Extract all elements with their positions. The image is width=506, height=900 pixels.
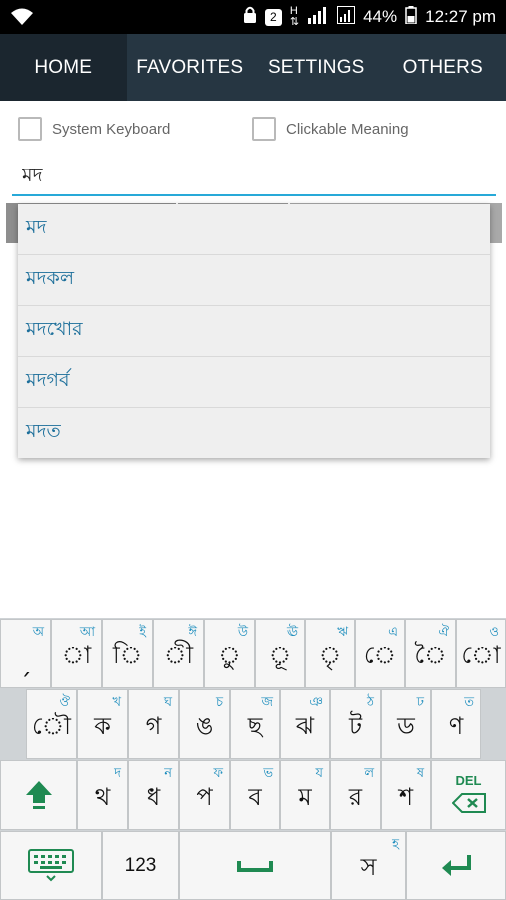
key-row3-7[interactable]: ষশ <box>381 760 431 830</box>
key-row2-1[interactable]: ঔৌ <box>26 689 77 759</box>
numbers-label: 123 <box>124 854 157 876</box>
signal-strength-icon-2 <box>337 5 356 29</box>
notification-badge: 2 <box>264 8 282 26</box>
keyboard-row-3: দথ নধ ফপ ভব যম লর ষশ DEL <box>0 760 506 830</box>
key-row2-8[interactable]: ঢড <box>381 689 431 759</box>
key-row1-6[interactable]: ঊূ <box>255 619 305 688</box>
keyboard-icon <box>1 832 101 899</box>
clickable-meaning-label: Clickable Meaning <box>286 120 409 138</box>
suggestion-item[interactable]: মদত <box>18 408 490 458</box>
keyboard-row-2: ঔৌ খক ঘগ চঙ জছ ঞঝ ঠট ঢড তণ <box>0 689 506 759</box>
key-row1-9[interactable]: ঐৈ <box>405 619 456 688</box>
suggestion-dropdown: মদ মদকল মদখোর মদগর্ব মদত <box>18 204 490 458</box>
key-row3-1[interactable]: দথ <box>77 760 128 830</box>
nav-tabs: HOME FAVORITES SETTINGS OTHERS <box>0 34 506 101</box>
space-bar-icon <box>180 832 330 899</box>
suggestion-item[interactable]: মদকল <box>18 255 490 306</box>
delete-label: DEL <box>455 773 482 788</box>
enter-key[interactable] <box>406 831 506 900</box>
bangla-keyboard: অˏ আা ইি ঈী উু ঊূ ঋৃ এে ঐৈ ওো ঔৌ খক ঘগ চ… <box>0 618 506 900</box>
key-row3-2[interactable]: নধ <box>128 760 179 830</box>
signal-strength-icon <box>307 6 329 29</box>
key-row2-2[interactable]: খক <box>77 689 128 759</box>
key-row2-7[interactable]: ঠট <box>330 689 381 759</box>
key-row1-10[interactable]: ওো <box>456 619 506 688</box>
battery-icon <box>405 5 417 29</box>
key-row1-4[interactable]: ঈী <box>153 619 204 688</box>
enter-icon <box>407 832 505 899</box>
wifi-icon <box>10 7 34 31</box>
h-signal-icon: H ⇅ <box>289 5 300 28</box>
key-row1-1[interactable]: অˏ <box>0 619 51 688</box>
system-keyboard-label: System Keyboard <box>52 120 171 138</box>
keyboard-row-1: অˏ আা ইি ঈী উু ঊূ ঋৃ এে ঐৈ ওো <box>0 619 506 688</box>
key-row1-8[interactable]: এে <box>355 619 405 688</box>
key-row2-6[interactable]: ঞঝ <box>280 689 330 759</box>
status-bar: 2 H ⇅ 44% 12:27 pm <box>0 0 506 34</box>
tab-settings[interactable]: SETTINGS <box>253 34 380 101</box>
key-row2-5[interactable]: জছ <box>230 689 280 759</box>
tab-home[interactable]: HOME <box>0 34 127 101</box>
space-key[interactable] <box>179 831 331 900</box>
tab-others[interactable]: OTHERS <box>380 34 506 101</box>
tab-favorites[interactable]: FAVORITES <box>127 34 254 101</box>
clickable-meaning-checkbox[interactable] <box>252 117 276 141</box>
shift-arrow-icon <box>1 761 76 829</box>
key-row3-6[interactable]: লর <box>330 760 381 830</box>
clock: 12:27 pm <box>425 7 496 26</box>
key-row1-7[interactable]: ঋৃ <box>305 619 355 688</box>
keyboard-switch-key[interactable] <box>0 831 102 900</box>
key-row3-5[interactable]: যম <box>280 760 330 830</box>
suggestion-item[interactable]: মদখোর <box>18 306 490 357</box>
backspace-icon <box>432 793 505 817</box>
system-keyboard-option[interactable]: System Keyboard <box>18 117 170 141</box>
battery-percent: 44% <box>363 7 398 26</box>
system-keyboard-checkbox[interactable] <box>18 117 42 141</box>
suggestion-item[interactable]: মদ <box>18 204 490 255</box>
shift-key[interactable] <box>0 760 77 830</box>
numbers-key[interactable]: 123 <box>102 831 179 900</box>
key-row4-1[interactable]: হস <box>331 831 406 900</box>
key-row2-3[interactable]: ঘগ <box>128 689 179 759</box>
key-row2-9[interactable]: তণ <box>431 689 481 759</box>
key-row1-2[interactable]: আা <box>51 619 102 688</box>
key-row1-5[interactable]: উু <box>204 619 255 688</box>
key-row2-4[interactable]: চঙ <box>179 689 230 759</box>
keyboard-row-4: 123 হস <box>0 831 506 900</box>
suggestion-item[interactable]: মদগর্ব <box>18 357 490 408</box>
key-row3-4[interactable]: ভব <box>230 760 280 830</box>
key-row1-3[interactable]: ইি <box>102 619 153 688</box>
delete-key[interactable]: DEL <box>431 760 506 830</box>
search-input[interactable] <box>12 160 496 196</box>
key-row3-3[interactable]: ফপ <box>179 760 230 830</box>
lock-icon <box>243 6 257 29</box>
clickable-meaning-option[interactable]: Clickable Meaning <box>252 117 409 141</box>
